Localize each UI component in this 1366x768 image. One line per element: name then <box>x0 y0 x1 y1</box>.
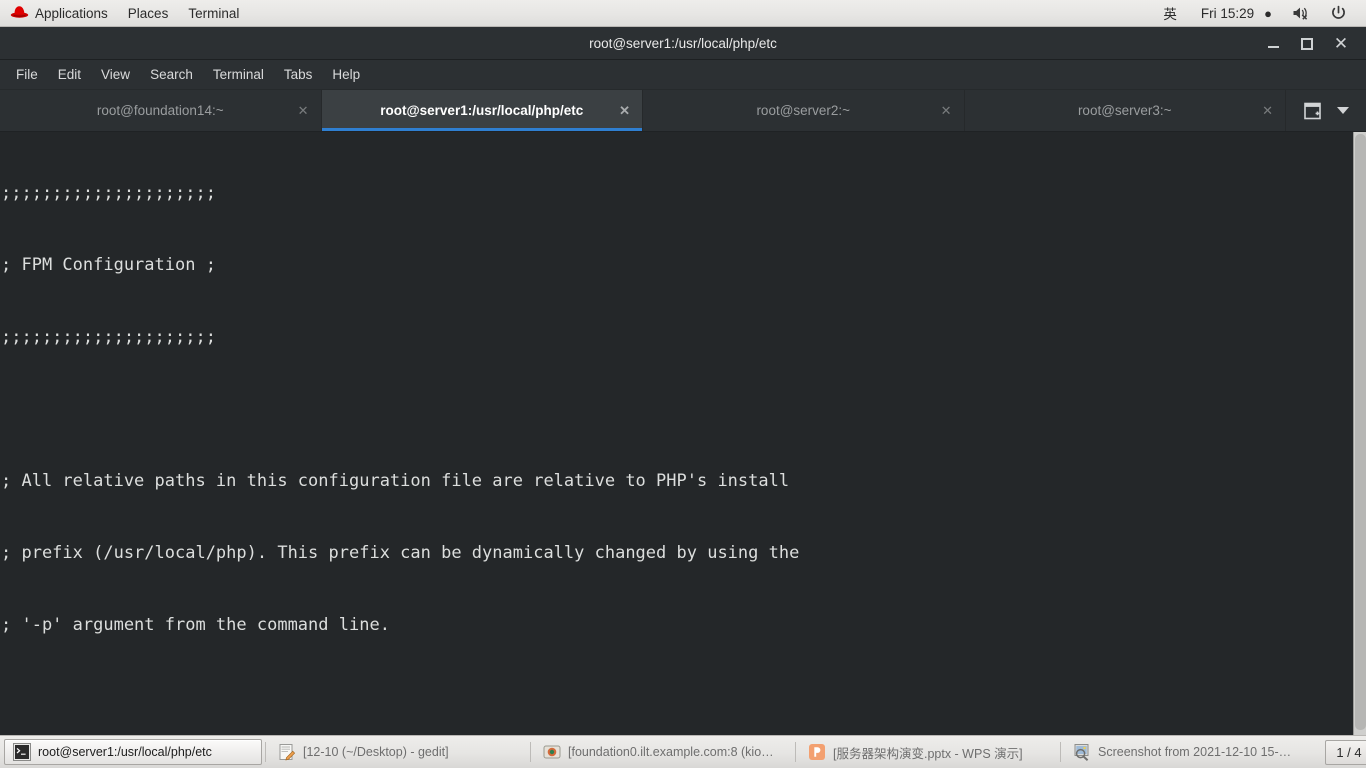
taskbar-item-label: [foundation0.ilt.example.com:8 (kio… <box>568 745 774 759</box>
gedit-icon <box>278 743 296 761</box>
window-controls: ✕ <box>1256 27 1358 60</box>
taskbar-item-label: [服务器架构演变.pptx - WPS 演示] <box>833 746 1023 761</box>
terminal-app-menu[interactable]: Terminal <box>178 0 249 26</box>
menu-file[interactable]: File <box>6 60 48 90</box>
taskbar-item-terminal[interactable]: root@server1:/usr/local/php/etc <box>4 739 262 765</box>
clock-label: Fri 15:29 <box>1200 5 1255 21</box>
taskbar-item-label: Screenshot from 2021-12-10 15-… <box>1098 745 1292 759</box>
tab-close-icon[interactable]: ✕ <box>1262 103 1273 119</box>
menu-edit[interactable]: Edit <box>48 60 91 90</box>
clock[interactable]: Fri 15:29 ● <box>1191 0 1282 26</box>
menu-bar: File Edit View Search Terminal Tabs Help <box>0 60 1366 90</box>
taskbar-divider <box>1060 742 1061 762</box>
terminal-line: ; '-p' argument from the command line. <box>1 615 390 635</box>
places-menu-label: Places <box>127 5 169 21</box>
new-tab-icon[interactable] <box>1303 102 1321 120</box>
taskbar-item-wps-presentation[interactable]: [服务器架构演变.pptx - WPS 演示] <box>799 739 1057 765</box>
minimize-button[interactable] <box>1256 27 1290 60</box>
taskbar-item-screenshot[interactable]: Screenshot from 2021-12-10 15-… <box>1064 739 1322 765</box>
redhat-logo-icon <box>10 4 29 22</box>
scrollbar-thumb[interactable] <box>1355 134 1366 730</box>
gnome-top-panel: Applications Places Terminal 英 Fri 15:29… <box>0 0 1366 27</box>
taskbar-item-label: root@server1:/usr/local/php/etc <box>38 745 212 759</box>
terminal-icon <box>13 743 31 761</box>
tab-label: root@server3:~ <box>1077 103 1172 118</box>
close-button[interactable]: ✕ <box>1324 27 1358 60</box>
panel-left-group: Applications Places Terminal <box>0 0 249 26</box>
menu-view[interactable]: View <box>91 60 140 90</box>
taskbar-item-kio-remote[interactable]: [foundation0.ilt.example.com:8 (kio… <box>534 739 792 765</box>
terminal-app-menu-label: Terminal <box>188 5 240 21</box>
volume-muted-icon[interactable] <box>1282 0 1320 26</box>
maximize-button[interactable] <box>1290 27 1324 60</box>
taskbar-item-gedit[interactable]: [12-10 (~/Desktop) - gedit] <box>269 739 527 765</box>
terminal-content-area[interactable]: ;;;;;;;;;;;;;;;;;;;;; ; FPM Configuratio… <box>0 132 1366 735</box>
taskbar-divider <box>530 742 531 762</box>
tab-label: root@foundation14:~ <box>96 103 224 118</box>
places-menu[interactable]: Places <box>118 0 179 26</box>
tab-label: root@server1:/usr/local/php/etc <box>380 103 584 118</box>
chevron-down-icon[interactable] <box>1336 107 1349 114</box>
applications-menu-label: Applications <box>35 5 108 21</box>
terminal-line: ;;;;;;;;;;;;;;;;;;;;; <box>1 327 216 347</box>
menu-tabs[interactable]: Tabs <box>274 60 323 90</box>
tab-server1[interactable]: root@server1:/usr/local/php/etc ✕ <box>321 90 643 131</box>
menu-help[interactable]: Help <box>322 60 370 90</box>
terminal-line: ;;;;;;;;;;;;;;;;;;;;; <box>1 183 216 203</box>
kio-remote-icon <box>543 743 561 761</box>
vim-status-line: -- INSERT -- 17,1 Top <box>0 707 1353 735</box>
workspace-switcher[interactable]: 1 / 4 <box>1325 739 1366 765</box>
wps-presentation-icon <box>808 743 826 761</box>
power-icon[interactable] <box>1320 0 1357 26</box>
tab-server2[interactable]: root@server2:~ ✕ <box>643 90 965 131</box>
tab-foundation14[interactable]: root@foundation14:~ ✕ <box>0 90 322 131</box>
terminal-text: ;;;;;;;;;;;;;;;;;;;;; ; FPM Configuratio… <box>0 132 1354 735</box>
recording-dot-icon: ● <box>1264 5 1272 21</box>
panel-right-group: 英 Fri 15:29 ● <box>1149 0 1366 26</box>
terminal-window: root@server1:/usr/local/php/etc ✕ File E… <box>0 27 1366 735</box>
applications-menu[interactable]: Applications <box>0 0 118 26</box>
taskbar-divider <box>795 742 796 762</box>
tab-server3[interactable]: root@server3:~ ✕ <box>965 90 1286 131</box>
tab-label: root@server2:~ <box>756 103 851 118</box>
tab-bar-actions <box>1286 90 1366 131</box>
terminal-line: ; All relative paths in this configurati… <box>1 471 790 491</box>
input-method-indicator[interactable]: 英 <box>1149 3 1191 23</box>
terminal-line: ; prefix (/usr/local/php). This prefix c… <box>1 543 800 563</box>
window-titlebar: root@server1:/usr/local/php/etc ✕ <box>0 27 1366 60</box>
terminal-scrollbar[interactable] <box>1353 132 1366 735</box>
window-title: root@server1:/usr/local/php/etc <box>589 35 777 51</box>
tab-close-icon[interactable]: ✕ <box>619 103 630 119</box>
taskbar: root@server1:/usr/local/php/etc [12-10 (… <box>0 735 1366 768</box>
taskbar-divider <box>265 742 266 762</box>
menu-terminal[interactable]: Terminal <box>203 60 274 90</box>
tab-bar: root@foundation14:~ ✕ root@server1:/usr/… <box>0 90 1366 132</box>
tab-close-icon[interactable]: ✕ <box>298 103 309 119</box>
taskbar-item-label: [12-10 (~/Desktop) - gedit] <box>303 745 449 759</box>
tab-close-icon[interactable]: ✕ <box>941 103 952 119</box>
image-viewer-icon <box>1073 743 1091 761</box>
terminal-line: ; FPM Configuration ; <box>1 255 216 275</box>
menu-search[interactable]: Search <box>140 60 203 90</box>
